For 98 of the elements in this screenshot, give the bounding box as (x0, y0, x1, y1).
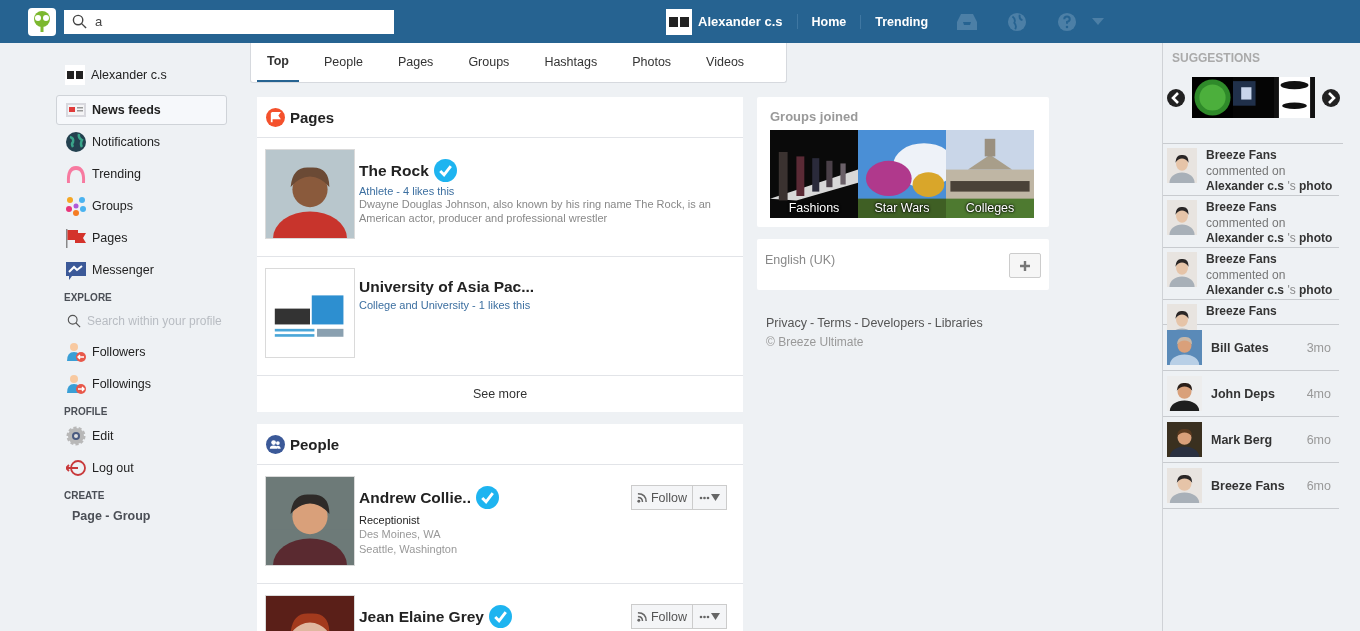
time-text: 3mo (1306, 340, 1331, 355)
tab[interactable]: Pages (387, 43, 444, 82)
newspaper-icon (66, 100, 86, 120)
sidebar-item[interactable]: Trending (56, 159, 227, 189)
tab[interactable]: Photos (622, 43, 682, 82)
user-name[interactable]: Bill Gates (1211, 340, 1307, 355)
time-text: 6mo (1306, 478, 1331, 493)
flag-icon (66, 228, 86, 248)
user-name[interactable]: John Deps (1211, 386, 1307, 401)
tab[interactable]: Groups (458, 43, 520, 82)
user-arrow-icon (66, 374, 86, 394)
sidebar-item[interactable]: Followings (56, 369, 227, 399)
page-name[interactable]: University of Asia Pac... (359, 278, 535, 296)
add-button[interactable] (1009, 253, 1041, 278)
section-heading: PROFILE (63, 406, 109, 417)
globe-icon (66, 132, 86, 152)
separator-text: - (854, 316, 859, 330)
more-button[interactable] (693, 604, 727, 629)
groups-icon (66, 196, 86, 216)
arc-icon (66, 164, 86, 184)
user-name[interactable]: Breeze Fans (1206, 148, 1333, 164)
nav-link[interactable]: Trending (861, 14, 943, 29)
gear-icon (66, 426, 86, 446)
user-arrow-icon (66, 342, 86, 362)
nav-link[interactable]: Home (797, 14, 862, 29)
user-name[interactable]: Breeze Fans (1211, 478, 1307, 493)
activity-target[interactable]: Alexander c.s 's photo (1206, 283, 1333, 299)
plus-icon (1020, 260, 1030, 271)
sidebar-item[interactable]: Notifications (56, 127, 227, 157)
panel-heading: SUGGESTIONS (1172, 51, 1261, 65)
tab[interactable]: People (314, 43, 373, 82)
avatar-icon[interactable] (666, 8, 692, 35)
section-heading: EXPLORE (63, 292, 113, 303)
activity-text: commented on (1206, 267, 1287, 283)
section-title: Pages (290, 108, 335, 126)
group-name[interactable]: Fashions (788, 201, 840, 215)
flag-icon (266, 107, 285, 127)
user-name[interactable]: Breeze Fans (1206, 200, 1333, 216)
page-name[interactable]: The Rock (359, 161, 429, 180)
see-more-link[interactable]: See more (257, 376, 743, 412)
page-description: Dwayne Douglas Johnson, also known by his ring name The Rock, is an American actor, producer and professional wrestler (359, 197, 712, 225)
logout-icon (66, 458, 86, 478)
page-meta[interactable]: College and University - 1 likes this (359, 299, 535, 311)
chat-icon (66, 260, 86, 280)
location-text: Des Moines, WA (359, 527, 442, 542)
sidebar-item[interactable]: Pages (56, 223, 227, 253)
job-title: Receptionist (359, 513, 421, 527)
user-name[interactable]: Breeze Fans (1206, 252, 1333, 268)
follow-button[interactable]: Follow (630, 604, 693, 629)
sidebar-item[interactable]: Followers (56, 337, 227, 367)
sidebar-item[interactable]: Log out (56, 453, 227, 483)
sidebar-item[interactable]: Groups (56, 191, 227, 221)
section-title: People (290, 435, 340, 453)
time-text: 6mo (1306, 432, 1331, 447)
previous-icon[interactable] (1167, 88, 1185, 107)
search-icon (72, 14, 87, 29)
activity-target[interactable]: Alexander c.s 's photo (1206, 231, 1333, 247)
rss-icon (636, 492, 648, 503)
language-label[interactable]: English (UK) (765, 253, 836, 267)
activity-target[interactable]: Alexander c.s 's photo (1206, 179, 1333, 195)
card-title: Groups joined (770, 109, 860, 124)
logo-icon[interactable] (28, 7, 56, 36)
separator-text: - (927, 316, 932, 330)
user-name[interactable]: Alexander c.s (698, 14, 798, 29)
person-name[interactable]: Andrew Collie.. (359, 488, 471, 507)
tab[interactable]: Hashtags (534, 43, 608, 82)
page-meta[interactable]: Athlete - 4 likes this (359, 185, 719, 197)
follow-button[interactable]: Follow (630, 485, 693, 510)
footer-link[interactable]: Developers (861, 316, 925, 330)
footer-link[interactable]: Libraries (934, 316, 983, 330)
person-name[interactable]: Jean Elaine Grey (359, 607, 484, 626)
search-field[interactable]: a (64, 9, 394, 34)
more-icon (698, 612, 721, 621)
next-icon[interactable] (1322, 88, 1340, 107)
more-button[interactable] (693, 485, 727, 510)
footer-link[interactable]: Privacy (766, 316, 807, 330)
sidebar-item[interactable]: Edit (56, 421, 227, 451)
search-icon (67, 314, 81, 328)
copyright-text: © Breeze Ultimate (765, 335, 865, 349)
more-icon (698, 493, 721, 502)
footer-link[interactable]: Terms (817, 316, 852, 330)
create-link[interactable]: Page - Group (56, 509, 227, 523)
user-name[interactable]: Breeze Fans (1206, 304, 1277, 320)
activity-text: commented on (1206, 215, 1287, 231)
separator-text: - (810, 316, 815, 330)
user-name[interactable]: Alexander c.s (91, 68, 167, 82)
tab[interactable]: Top (257, 43, 299, 82)
user-name[interactable]: Mark Berg (1211, 432, 1307, 447)
sidebar-item[interactable]: News feeds (56, 95, 227, 125)
activity-text: commented on (1206, 163, 1287, 179)
avatar-icon (65, 65, 85, 85)
location-text: Seattle, Washington (359, 542, 459, 557)
tab[interactable]: Videos (696, 43, 755, 82)
rss-icon (636, 611, 648, 622)
time-text: 4mo (1306, 386, 1331, 401)
people-icon (266, 434, 285, 454)
sidebar-item[interactable]: Messenger (56, 255, 227, 285)
section-heading: CREATE (63, 490, 106, 501)
